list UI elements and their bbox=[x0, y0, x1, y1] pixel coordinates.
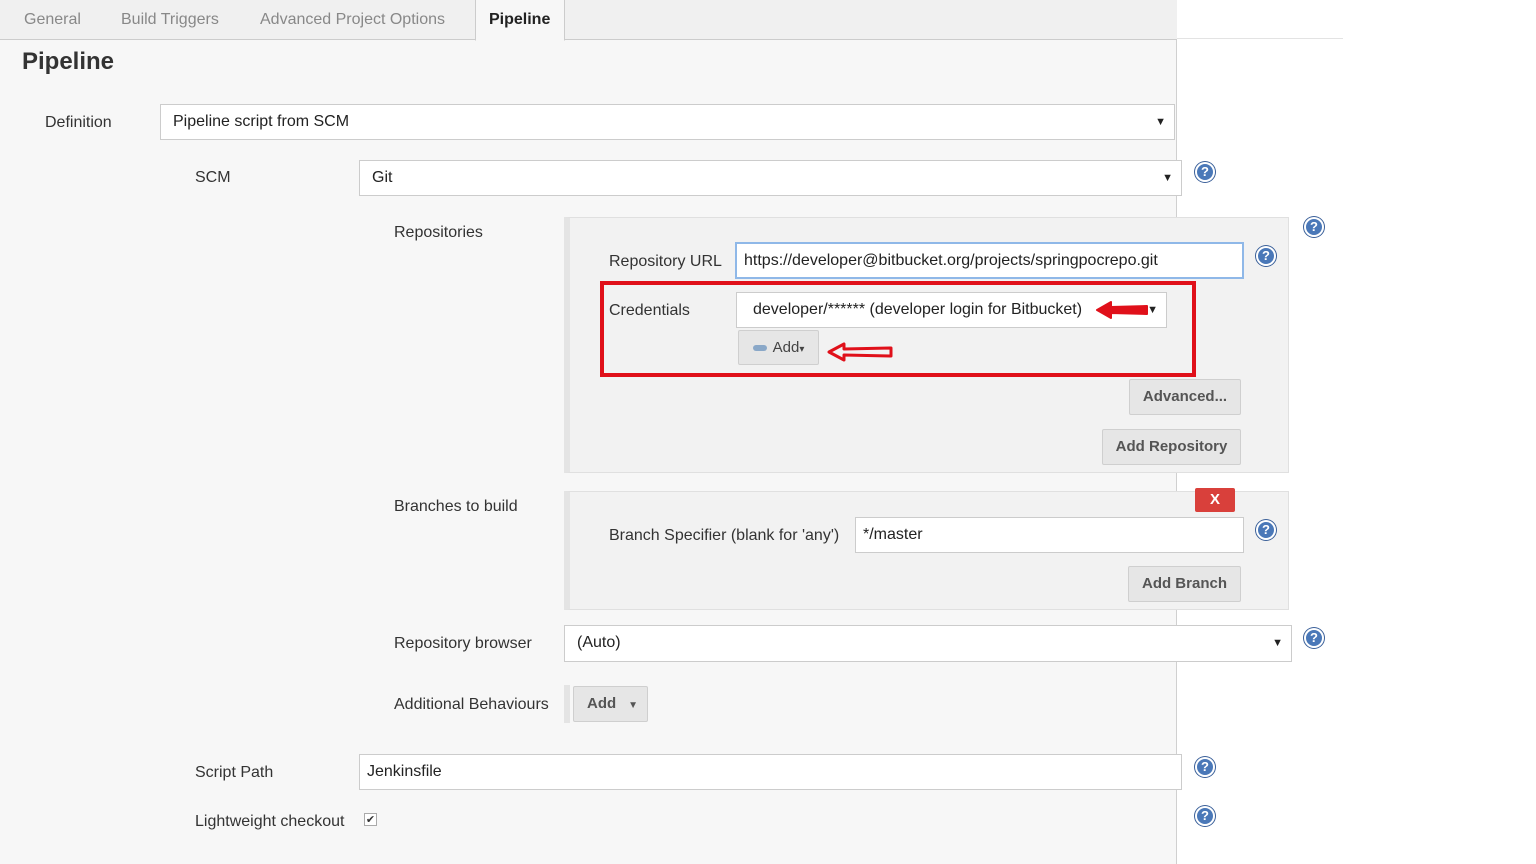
help-icon-repository-url[interactable]: ? bbox=[1256, 246, 1276, 266]
add-branch-button[interactable]: Add Branch bbox=[1128, 566, 1241, 602]
script-path-input[interactable]: Jenkinsfile bbox=[359, 754, 1182, 790]
help-icon-branch-specifier[interactable]: ? bbox=[1256, 520, 1276, 540]
branch-specifier-input[interactable]: */master bbox=[855, 517, 1244, 553]
tab-advanced-project-options[interactable]: Advanced Project Options bbox=[240, 0, 465, 40]
branch-specifier-label: Branch Specifier (blank for 'any') bbox=[609, 527, 840, 544]
tab-pipeline[interactable]: Pipeline bbox=[475, 0, 565, 41]
annotation-arrow-credentials bbox=[1096, 301, 1148, 319]
annotation-arrow-add bbox=[827, 342, 893, 362]
add-behaviour-button[interactable]: Add ▼ bbox=[573, 686, 648, 722]
delete-branch-button[interactable]: X bbox=[1195, 488, 1235, 512]
chevron-down-icon: ▼ bbox=[1155, 116, 1166, 128]
tab-build-triggers[interactable]: Build Triggers bbox=[101, 0, 239, 40]
additional-behaviours-label: Additional Behaviours bbox=[394, 696, 549, 713]
chevron-down-icon: ▼ bbox=[1162, 172, 1173, 184]
definition-select-value: Pipeline script from SCM bbox=[173, 113, 350, 130]
repository-browser-select[interactable]: (Auto) ▼ bbox=[564, 625, 1292, 662]
help-icon-script-path[interactable]: ? bbox=[1195, 757, 1215, 777]
definition-select[interactable]: Pipeline script from SCM ▼ bbox=[160, 104, 1175, 140]
help-icon-scm[interactable]: ? bbox=[1195, 162, 1215, 182]
section-title: Pipeline bbox=[22, 48, 115, 75]
tab-general[interactable]: General bbox=[4, 0, 101, 40]
advanced-button[interactable]: Advanced... bbox=[1129, 379, 1241, 415]
repository-browser-value: (Auto) bbox=[577, 634, 621, 651]
annotation-highlight-box bbox=[600, 281, 1196, 377]
help-icon-repository-browser[interactable]: ? bbox=[1304, 628, 1324, 648]
right-divider bbox=[1177, 38, 1343, 39]
repositories-label: Repositories bbox=[394, 224, 483, 241]
chevron-down-icon: ▼ bbox=[1272, 637, 1283, 649]
caret-down-icon: ▼ bbox=[628, 700, 639, 711]
additional-behaviours-bar bbox=[564, 685, 570, 723]
help-icon-lightweight-checkout[interactable]: ? bbox=[1195, 806, 1215, 826]
lightweight-checkout-checkbox[interactable]: ✔ bbox=[364, 813, 377, 826]
help-icon-repositories[interactable]: ? bbox=[1304, 217, 1324, 237]
add-behaviour-label: Add bbox=[587, 695, 617, 712]
branches-label: Branches to build bbox=[394, 498, 518, 515]
repository-url-label: Repository URL bbox=[609, 253, 722, 270]
lightweight-checkout-label: Lightweight checkout bbox=[195, 813, 345, 830]
scm-select-value: Git bbox=[372, 169, 393, 186]
repository-browser-label: Repository browser bbox=[394, 635, 532, 652]
scm-select[interactable]: Git ▼ bbox=[359, 160, 1182, 196]
definition-label: Definition bbox=[45, 114, 112, 131]
add-repository-button[interactable]: Add Repository bbox=[1102, 429, 1241, 465]
script-path-label: Script Path bbox=[195, 764, 274, 781]
repository-url-input[interactable]: https://developer@bitbucket.org/projects… bbox=[735, 242, 1244, 279]
scm-label: SCM bbox=[195, 169, 231, 186]
